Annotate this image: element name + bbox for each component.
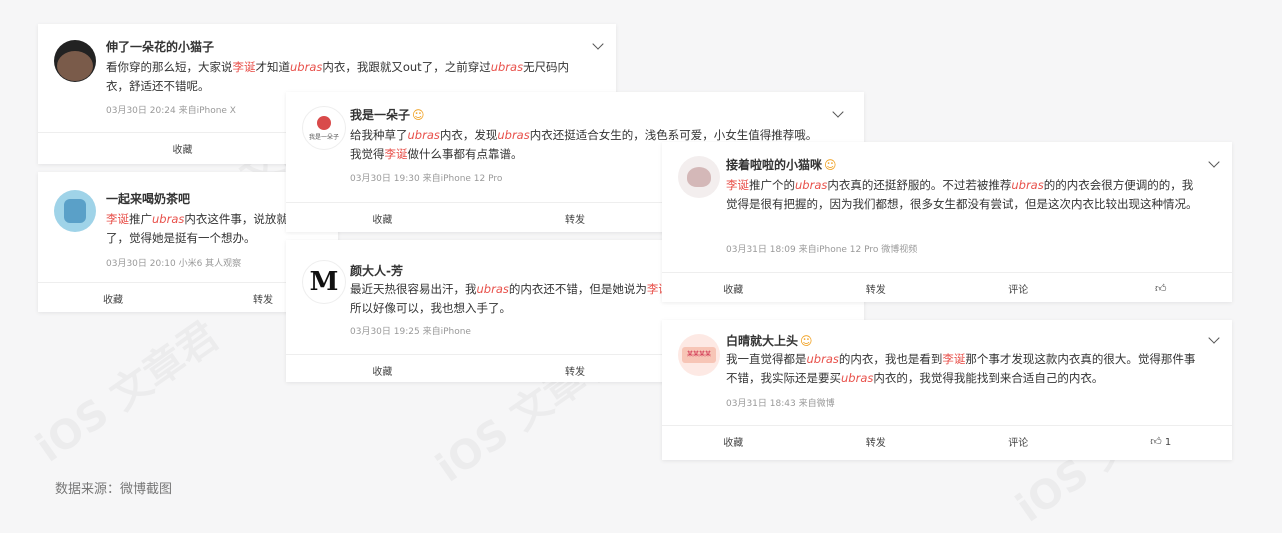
comment-text: 李诞推广个的ubras内衣真的还挺舒服的。不过若被推荐ubras的的内衣会很方便…: [726, 176, 1216, 214]
text-segment: 推广个的: [749, 178, 795, 192]
comment-text: 最近天热很容易出汗，我ubras的内衣还不错，但是她说为李诞 所以好像可以，我也想…: [350, 280, 680, 318]
text-segment: 推广: [129, 212, 152, 226]
username[interactable]: 白晴就大上头 ☺: [726, 332, 813, 349]
post-meta: 03月30日 20:24 来自iPhone X: [106, 106, 236, 116]
avatar[interactable]: [54, 40, 96, 82]
avatar-label: 某某某某: [682, 347, 716, 363]
text-segment: 的内衣还不错，但是她说为: [508, 282, 647, 296]
avatar[interactable]: [678, 156, 720, 198]
brand-highlight: ubras: [795, 178, 828, 192]
like-button[interactable]: 👍︎: [1090, 282, 1233, 295]
text-segment: 那个事才发现这款内衣真的很大。觉得那件事: [965, 352, 1196, 366]
brand-highlight: ubras: [407, 128, 440, 142]
text-segment: 的的内衣会很方便调的的，我: [1043, 178, 1194, 192]
post-meta: 03月31日 18:43 来自微博: [726, 399, 835, 409]
comment-text: 我一直觉得都是ubras的内衣，我也是看到李诞那个事才发现这款内衣真的很大。觉得…: [726, 350, 1216, 388]
text-segment: 给我种草了: [350, 128, 408, 142]
brand-highlight: ubras: [841, 371, 874, 385]
brand-highlight: ubras: [497, 128, 530, 142]
avatar[interactable]: [54, 190, 96, 232]
keyword-highlight[interactable]: 李诞: [385, 147, 408, 161]
post-meta: 03月30日 20:10 小米6 其人观察: [106, 259, 242, 269]
vip-icon: ☺: [800, 334, 813, 348]
vip-icon: ☺: [412, 108, 425, 122]
text-segment: 最近天热很容易出汗，我: [350, 282, 477, 296]
text-segment: 内衣真的还挺舒服的。不过若被推荐: [827, 178, 1012, 192]
text-segment: 不错，我实际还是要买: [726, 371, 841, 385]
source-caption: 数据来源：微博截图: [55, 482, 173, 497]
post-meta: 03月30日 19:30 来自iPhone 12 Pro: [350, 174, 503, 184]
comment-button[interactable]: 评论: [947, 434, 1090, 449]
forward-button[interactable]: 转发: [479, 211, 672, 226]
comment-card-6: 某某某某 白晴就大上头 ☺ 我一直觉得都是ubras的内衣，我也是看到李诞那个事才…: [662, 320, 1232, 460]
post-meta: 03月31日 18:09 来自iPhone 12 Pro 微博视频: [726, 245, 918, 255]
brand-highlight: ubras: [152, 212, 185, 226]
avatar[interactable]: 某某某某: [678, 334, 720, 376]
chevron-down-icon[interactable]: [592, 38, 604, 50]
text-segment: 我觉得: [350, 147, 385, 161]
text-segment: 我一直觉得都是: [726, 352, 807, 366]
keyword-highlight[interactable]: 李诞: [233, 60, 256, 74]
text-segment: 做什么事都有点靠谱。: [407, 147, 523, 161]
text-segment: 的内衣，我也是看到: [838, 352, 943, 366]
brand-highlight: ubras: [1011, 178, 1044, 192]
text-segment: 内衣，我跟就又out了，之前穿过: [322, 60, 491, 74]
username[interactable]: 我是一朵子 ☺: [350, 106, 425, 123]
collect-button[interactable]: 收藏: [662, 434, 805, 449]
collect-button[interactable]: 收藏: [286, 363, 479, 378]
action-bar: 收藏 转发 评论 👍︎ 1: [662, 425, 1232, 456]
avatar-label: 我是一朵子: [308, 133, 339, 141]
forward-button[interactable]: 转发: [805, 281, 948, 296]
vip-icon: ☺: [824, 158, 837, 172]
avatar[interactable]: 我是一朵子: [302, 106, 346, 150]
like-count: 1: [1164, 436, 1172, 448]
comment-card-5: 接着啦啦的小猫咪 ☺ 李诞推广个的ubras内衣真的还挺舒服的。不过若被推荐ubr…: [662, 142, 1232, 302]
action-bar: 收藏 转发 评论 👍︎: [662, 272, 1232, 303]
brand-highlight: ubras: [290, 60, 323, 74]
thumbs-up-icon: 👍︎: [1150, 434, 1162, 448]
chevron-down-icon[interactable]: [1208, 332, 1220, 344]
text-segment: 内衣的，我觉得我能找到来合适自己的内衣。: [873, 371, 1104, 385]
text-segment: 内衣还挺适合女生的，浅色系可爱，小女生值得推荐哦。: [529, 128, 818, 142]
keyword-highlight[interactable]: 李诞: [726, 178, 749, 192]
text-segment: 看你穿的那么短，大家说: [106, 60, 233, 74]
brand-highlight: ubras: [490, 60, 524, 74]
avatar-label: M: [309, 267, 339, 297]
watermark: iOS 文章君: [22, 305, 228, 473]
text-segment: 内衣，发现: [439, 128, 498, 142]
comment-button[interactable]: 评论: [947, 281, 1090, 296]
text-segment: 所以好像可以，我也想入手了。: [350, 301, 511, 315]
chevron-down-icon[interactable]: [1208, 156, 1220, 168]
brand-highlight: ubras: [806, 352, 839, 366]
keyword-highlight[interactable]: 李诞: [942, 352, 965, 366]
comment-text: 看你穿的那么短，大家说李诞才知道ubras内衣，我跟就又out了，之前穿过ubr…: [106, 58, 586, 96]
collect-button[interactable]: 收藏: [286, 211, 479, 226]
thumbs-up-icon: 👍︎: [1155, 281, 1167, 295]
collect-button[interactable]: 收藏: [38, 291, 188, 306]
username[interactable]: 颜大人-芳: [350, 262, 403, 279]
username[interactable]: 伸了一朵花的小猫子: [106, 38, 214, 55]
collect-button[interactable]: 收藏: [38, 141, 327, 156]
forward-button[interactable]: 转发: [805, 434, 948, 449]
username[interactable]: 接着啦啦的小猫咪 ☺: [726, 156, 837, 173]
post-meta: 03月30日 19:25 来自iPhone: [350, 327, 471, 337]
text-segment: 才知道: [255, 60, 291, 74]
username[interactable]: 一起来喝奶茶吧: [106, 190, 190, 207]
avatar[interactable]: M: [302, 260, 346, 304]
forward-button[interactable]: 转发: [479, 363, 672, 378]
keyword-highlight[interactable]: 李诞: [106, 212, 129, 226]
collect-button[interactable]: 收藏: [662, 281, 805, 296]
text-segment: 觉得是很有把握的，因为我们都想，很多女生都没有尝试，但是这次内衣比较出现这种情况…: [726, 197, 1198, 211]
chevron-down-icon[interactable]: [832, 106, 844, 118]
like-button[interactable]: 👍︎ 1: [1090, 435, 1233, 448]
brand-highlight: ubras: [476, 282, 509, 296]
